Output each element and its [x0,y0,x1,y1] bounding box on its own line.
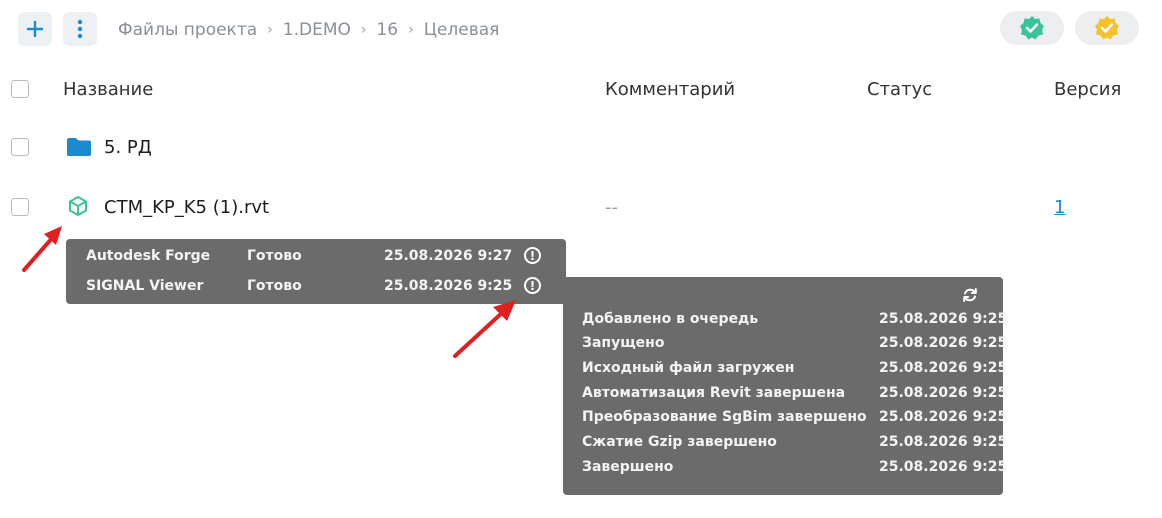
cube-model-icon[interactable] [67,195,89,217]
status-filter-green[interactable] [1000,11,1064,45]
processing-steps-tooltip: Добавлено в очередь 25.08.2026 9:25 Запу… [563,277,1007,495]
breadcrumb-item-project-files[interactable]: Файлы проекта [118,20,257,40]
annotation-arrow-icon [453,300,516,358]
folder-name-link[interactable]: 5. РД [104,137,152,158]
step-label: Исходный файл загружен [582,360,795,376]
viewer-status: Готово [247,278,302,294]
row-checkbox[interactable] [11,138,29,156]
column-header-name[interactable]: Название [63,79,153,100]
step-time: 25.08.2026 9:25 [879,335,1008,351]
step-label: Преобразование SgBim завершено [582,409,867,425]
chevron-right-icon: › [267,22,273,38]
info-icon[interactable]: ! [524,247,541,264]
select-all-checkbox[interactable] [11,80,29,98]
step-time: 25.08.2026 9:25 [879,360,1008,376]
step-time: 25.08.2026 9:25 [879,409,1008,425]
step-label: Автоматизация Revit завершена [582,385,846,401]
viewer-time: 25.08.2026 9:27 [384,248,513,264]
add-button[interactable] [18,12,52,46]
step-time: 25.08.2026 9:25 [879,434,1008,450]
step-time: 25.08.2026 9:25 [879,311,1008,327]
breadcrumb-item-16[interactable]: 16 [376,20,398,40]
step-label: Сжатие Gzip завершено [582,434,777,450]
breadcrumb: Файлы проекта › 1.DEMO › 16 › Целевая [118,18,499,42]
annotation-arrow-icon [22,226,62,272]
step-label: Добавлено в очередь [582,311,759,327]
folder-icon [67,138,91,156]
step-time: 25.08.2026 9:25 [879,385,1008,401]
viewer-name: Autodesk Forge [86,248,211,264]
vertical-dots-icon [77,19,83,39]
column-header-version[interactable]: Версия [1054,79,1121,100]
chevron-right-icon: › [360,22,367,38]
plus-icon [26,20,44,38]
column-header-comment[interactable]: Комментарий [605,79,735,100]
breadcrumb-item-demo[interactable]: 1.DEMO [283,20,351,40]
step-label: Завершено [582,459,674,475]
viewer-name: SIGNAL Viewer [86,278,204,294]
refresh-icon[interactable] [962,287,978,303]
info-icon[interactable]: ! [524,277,541,294]
step-time: 25.08.2026 9:25 [879,459,1008,475]
version-link[interactable]: 1 [1054,197,1065,218]
breadcrumb-item-current: Целевая [423,20,500,40]
row-checkbox[interactable] [11,198,29,216]
check-badge-icon [1020,16,1044,40]
viewer-status: Готово [247,248,302,264]
chevron-right-icon: › [408,22,414,38]
column-header-status[interactable]: Статус [867,79,932,100]
file-comment: -- [605,197,618,218]
more-menu-button[interactable] [63,12,97,46]
step-label: Запущено [582,335,665,351]
check-badge-icon [1095,16,1119,40]
status-filter-yellow[interactable] [1075,11,1139,45]
file-name-link[interactable]: CTM_KP_K5 (1).rvt [104,197,269,218]
